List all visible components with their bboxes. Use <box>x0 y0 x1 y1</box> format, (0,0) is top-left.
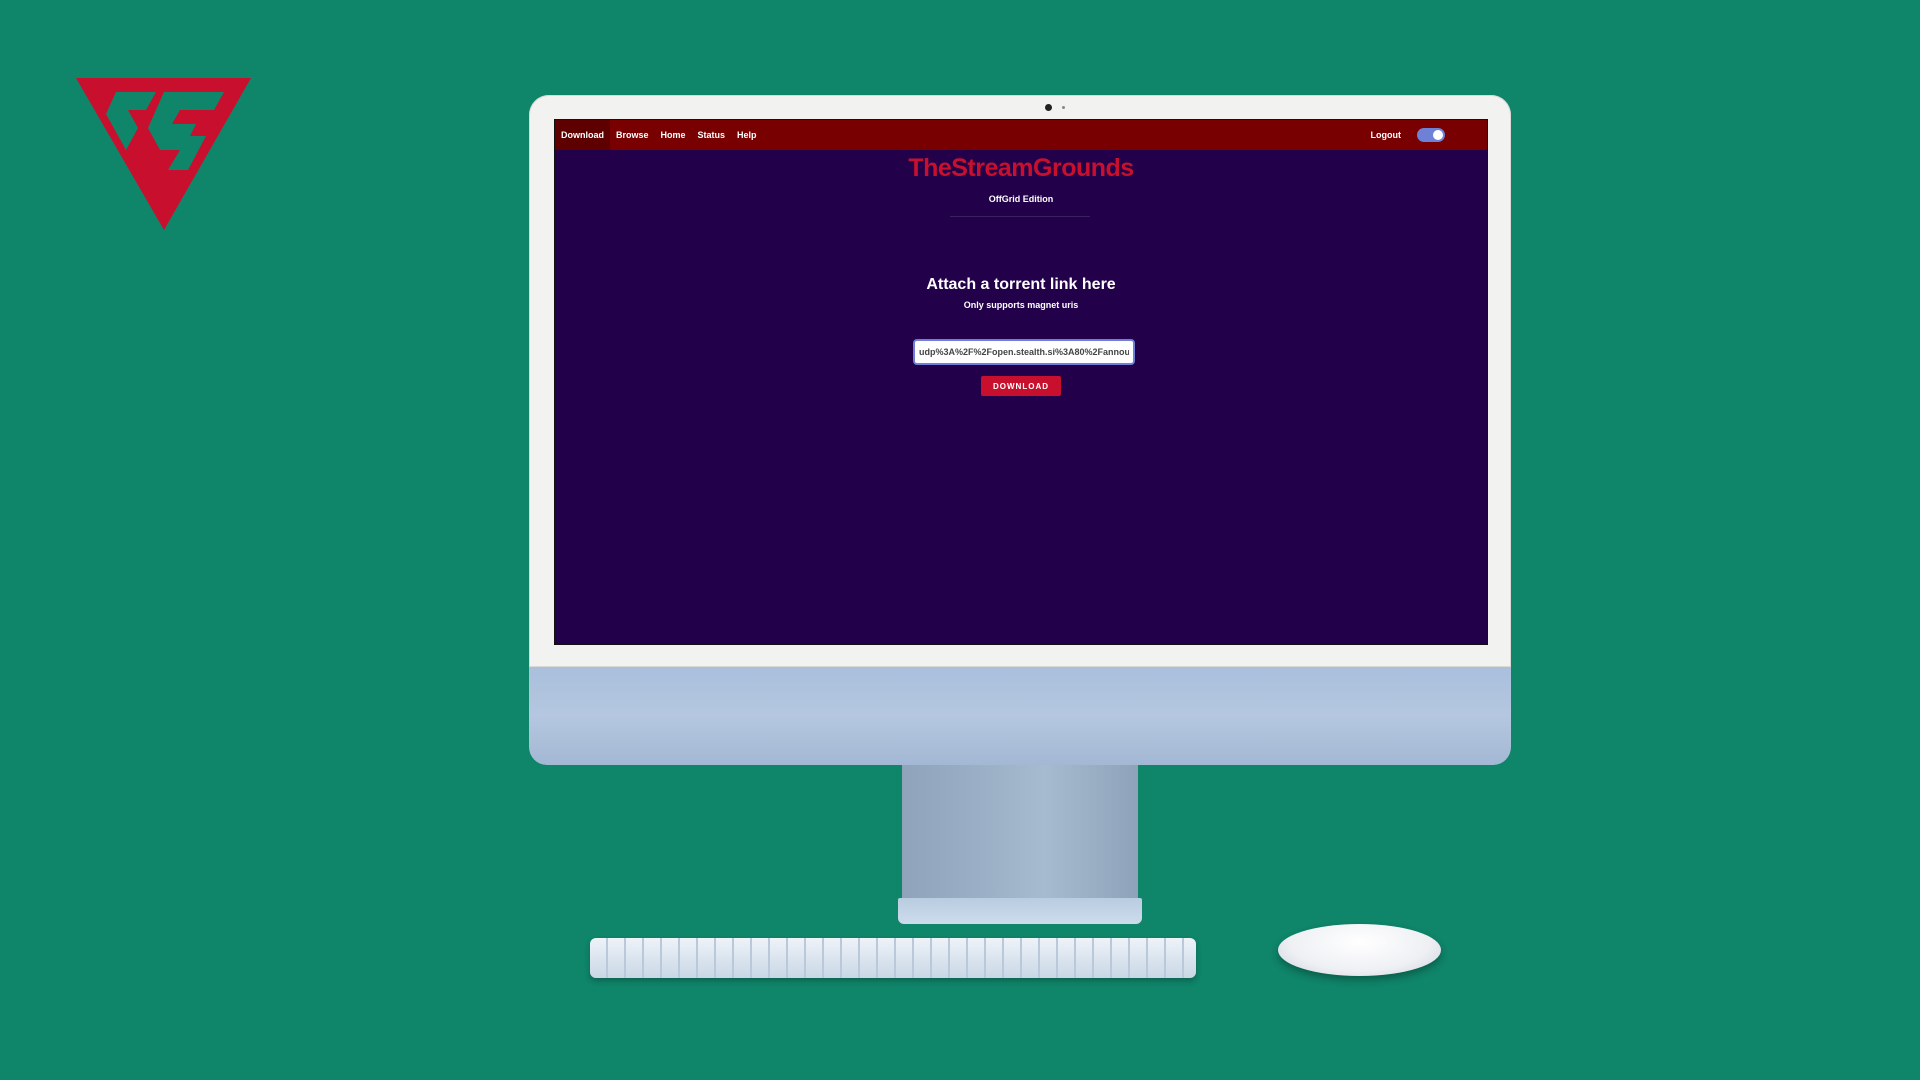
nav-item-browse[interactable]: Browse <box>610 120 655 150</box>
nav-item-status[interactable]: Status <box>692 120 732 150</box>
keyboard <box>590 938 1196 978</box>
nav-item-home[interactable]: Home <box>655 120 692 150</box>
download-button[interactable]: DOWNLOAD <box>981 376 1061 396</box>
toggle-switch-icon[interactable] <box>1417 128 1445 142</box>
camera-indicator <box>1062 106 1065 109</box>
imac-stand <box>902 765 1138 905</box>
site-title: TheStreamGrounds <box>908 154 1134 182</box>
imac-chin <box>529 667 1511 765</box>
navbar: Download Browse Home Status Help Logout <box>555 120 1487 150</box>
nav-item-download[interactable]: Download <box>555 120 610 150</box>
attach-subtext: Only supports magnet uris <box>963 300 1079 310</box>
attach-heading: Attach a torrent link here <box>926 276 1116 293</box>
mouse <box>1278 924 1441 976</box>
logout-link[interactable]: Logout <box>1365 120 1408 150</box>
nav-right-group: Logout <box>1365 120 1488 150</box>
divider <box>950 216 1090 217</box>
sg-logo-icon <box>76 78 251 230</box>
nav-item-help[interactable]: Help <box>731 120 763 150</box>
site-subtitle: OffGrid Edition <box>988 194 1054 204</box>
camera-icon <box>1045 104 1052 111</box>
magnet-uri-input[interactable] <box>913 339 1135 365</box>
imac-stand-base <box>898 898 1142 924</box>
app-screen: Download Browse Home Status Help Logout … <box>554 119 1488 645</box>
